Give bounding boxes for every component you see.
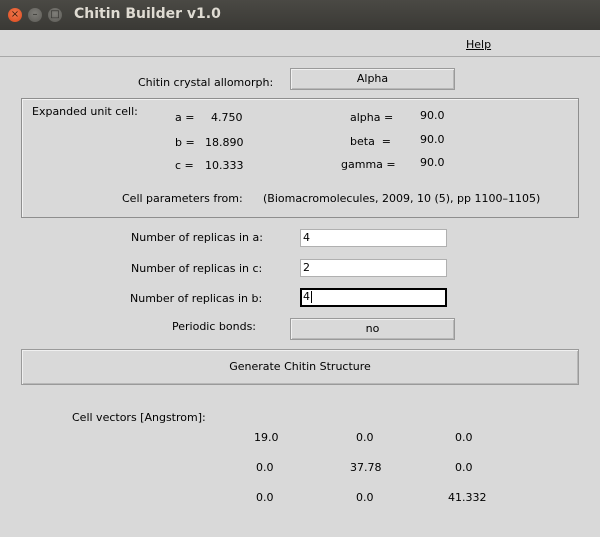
- cell-vector-1-1: 37.78: [350, 461, 382, 474]
- allomorph-button[interactable]: Alpha: [290, 68, 455, 90]
- cell-vector-0-0: 19.0: [254, 431, 279, 444]
- replicas-c-input[interactable]: 2: [300, 259, 447, 277]
- replicas-a-label: Number of replicas in a:: [131, 231, 263, 244]
- menu-help[interactable]: Help: [466, 38, 491, 51]
- cell-vector-0-1: 0.0: [356, 431, 374, 444]
- cell-vector-2-1: 0.0: [356, 491, 374, 504]
- cell-vector-2-2: 41.332: [448, 491, 487, 504]
- window-title: Chitin Builder v1.0: [74, 6, 221, 22]
- b-value: 18.890: [205, 136, 244, 149]
- gamma-value: 90.0: [420, 156, 445, 169]
- replicas-c-label: Number of replicas in c:: [131, 262, 263, 275]
- text-caret: [311, 291, 312, 303]
- generate-structure-button[interactable]: Generate Chitin Structure: [21, 349, 579, 385]
- periodic-bonds-button[interactable]: no: [290, 318, 455, 340]
- unit-cell-title: Expanded unit cell:: [32, 105, 138, 118]
- menubar: Help: [0, 30, 600, 57]
- allomorph-label: Chitin crystal allomorph:: [138, 76, 274, 89]
- cell-vector-1-2: 0.0: [455, 461, 473, 474]
- c-label: c =: [175, 159, 194, 172]
- beta-label: beta =: [350, 135, 392, 148]
- replicas-b-label: Number of replicas in b:: [130, 292, 263, 305]
- replicas-b-value: 4: [303, 290, 310, 303]
- a-label: a =: [175, 111, 195, 124]
- c-value: 10.333: [205, 159, 244, 172]
- replicas-a-input[interactable]: 4: [300, 229, 447, 247]
- cell-vectors-label: Cell vectors [Angstrom]:: [72, 411, 206, 424]
- cell-vector-1-0: 0.0: [256, 461, 274, 474]
- alpha-value: 90.0: [420, 109, 445, 122]
- maximize-icon[interactable]: □: [48, 8, 62, 22]
- b-label: b =: [175, 136, 195, 149]
- cell-vector-2-0: 0.0: [256, 491, 274, 504]
- gamma-label: gamma =: [341, 158, 396, 171]
- periodic-bonds-label: Periodic bonds:: [172, 320, 257, 333]
- beta-value: 90.0: [420, 133, 445, 146]
- cell-params-source-value: (Biomacromolecules, 2009, 10 (5), pp 110…: [263, 192, 541, 205]
- replicas-b-input[interactable]: 4: [300, 288, 447, 307]
- cell-params-source-label: Cell parameters from:: [122, 192, 243, 205]
- cell-vector-0-2: 0.0: [455, 431, 473, 444]
- window-titlebar[interactable]: × – □ Chitin Builder v1.0: [0, 0, 600, 30]
- a-value: 4.750: [211, 111, 243, 124]
- close-icon[interactable]: ×: [8, 8, 22, 22]
- minimize-icon[interactable]: –: [28, 8, 42, 22]
- alpha-label: alpha =: [350, 111, 394, 124]
